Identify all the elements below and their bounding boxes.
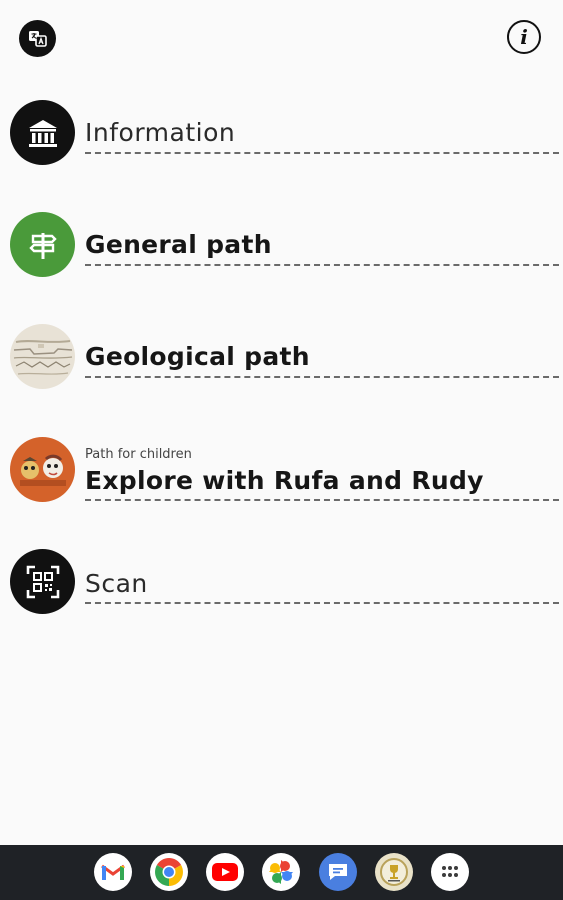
photos-icon[interactable] [262,853,300,891]
geological-layers-icon [10,324,75,389]
divider [85,152,559,154]
menu-sublabel: Path for children [85,447,192,462]
museum-icon [10,100,75,165]
menu-label: General path [85,230,272,259]
info-icon: i [520,25,528,49]
menu-item-geological-path[interactable]: Geological path [0,324,563,394]
children-characters-icon [10,437,75,502]
taskbar [0,845,563,900]
messages-icon[interactable] [319,853,357,891]
divider [85,376,559,378]
divider [85,264,559,266]
menu-item-information[interactable]: Information [0,100,563,170]
menu-label: Geological path [85,342,310,371]
menu-label: Explore with Rufa and Rudy [85,466,484,495]
app-drawer-icon[interactable] [431,853,469,891]
signpost-icon [10,212,75,277]
chrome-icon[interactable] [150,853,188,891]
gmail-icon[interactable] [94,853,132,891]
top-bar: i [0,0,563,80]
app-badge-icon[interactable] [375,853,413,891]
menu-item-scan[interactable]: Scan [0,549,563,619]
menu-label: Scan [85,569,148,598]
translate-button[interactable] [19,20,56,57]
youtube-icon[interactable] [206,853,244,891]
info-button[interactable]: i [507,20,541,54]
qr-scan-icon [10,549,75,614]
menu-label: Information [85,118,236,147]
divider [85,499,559,501]
translate-icon [28,30,47,47]
divider [85,602,559,604]
menu-item-general-path[interactable]: General path [0,212,563,282]
menu-item-explore-children[interactable]: Path for children Explore with Rufa and … [0,437,563,507]
